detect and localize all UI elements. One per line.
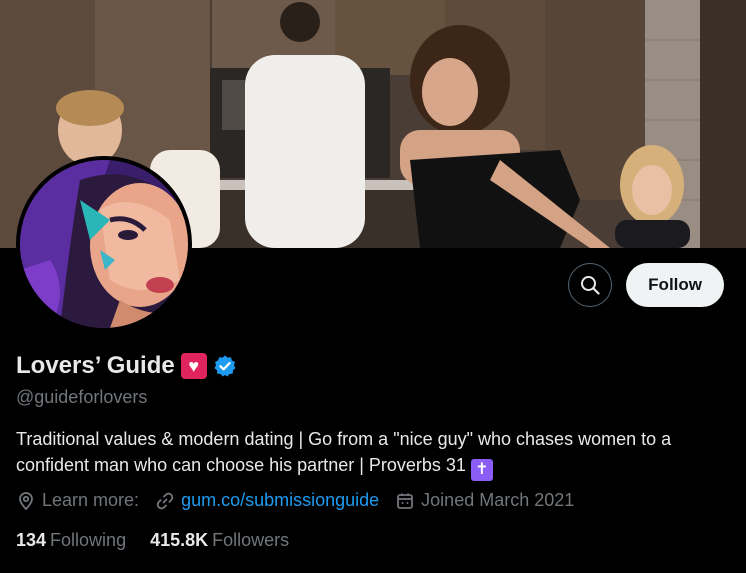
- profile-name-row: Lovers’ Guide ♥: [16, 352, 237, 380]
- follow-button[interactable]: Follow: [626, 263, 724, 307]
- website-link[interactable]: gum.co/submissionguide: [181, 490, 379, 511]
- profile-stats: 134 Following 415.8K Followers: [16, 530, 289, 551]
- learn-more-item: Learn more:: [16, 490, 139, 511]
- joined-date: Joined March 2021: [421, 490, 575, 510]
- learn-more-label: Learn more:: [42, 490, 140, 510]
- profile-actions: Follow: [568, 263, 724, 307]
- location-pin-icon: [19, 491, 33, 510]
- joined-item: Joined March 2021: [395, 490, 574, 511]
- link-icon: [156, 492, 174, 509]
- cross-emoji-icon: ✝: [470, 459, 493, 481]
- followers-link[interactable]: 415.8K Followers: [150, 530, 289, 551]
- profile-handle: @guideforlovers: [16, 387, 148, 407]
- calendar-icon: [397, 493, 414, 509]
- website-item: gum.co/submissionguide: [155, 490, 379, 511]
- search-button[interactable]: [568, 263, 613, 307]
- following-label: Following: [50, 530, 127, 550]
- following-link[interactable]: 134 Following: [16, 530, 126, 551]
- followers-label: Followers: [212, 530, 290, 550]
- verified-badge-icon[interactable]: [213, 354, 237, 378]
- followers-count: 415.8K: [150, 530, 209, 550]
- following-count: 134: [16, 530, 47, 550]
- heart-emoji-icon: ♥: [180, 353, 207, 379]
- bio-text: Traditional values & modern dating | Go …: [16, 429, 672, 475]
- avatar-image: [20, 160, 188, 328]
- profile-bio: Traditional values & modern dating | Go …: [16, 426, 731, 481]
- profile-avatar[interactable]: [16, 156, 192, 332]
- display-name: Lovers’ Guide: [16, 352, 175, 379]
- search-icon: [581, 276, 600, 295]
- profile-meta: Learn more: gum.co/submissionguide Joine…: [16, 490, 590, 511]
